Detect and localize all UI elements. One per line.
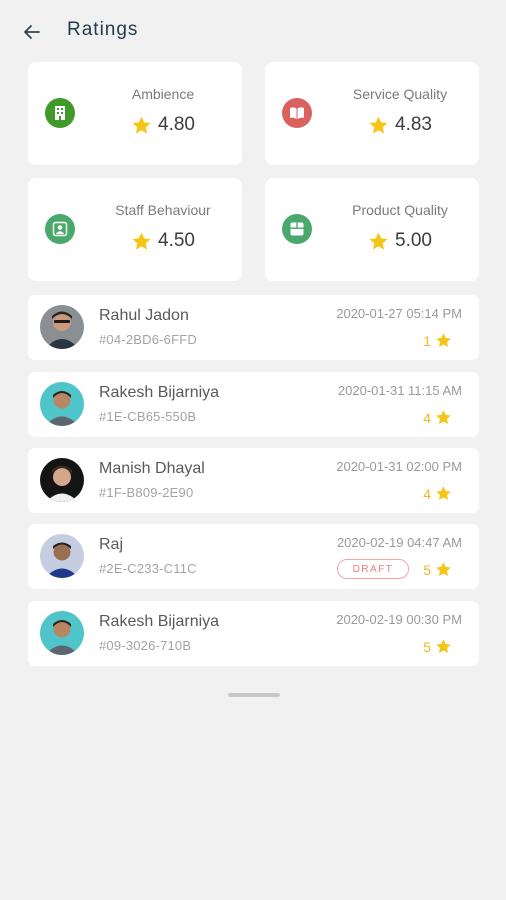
category-score-value: 5.00 <box>395 230 432 251</box>
category-name: Staff Behaviour <box>115 202 211 218</box>
star-icon <box>369 116 388 134</box>
rater-name: Rahul Jadon <box>99 307 189 324</box>
drag-handle[interactable] <box>228 693 280 697</box>
app-bar: Ratings <box>0 0 506 62</box>
rating-row[interactable]: Rakesh Bijarniya #09-3026-710B 2020-02-1… <box>28 601 479 666</box>
star-count: 5 <box>423 561 431 578</box>
box-icon <box>282 214 312 244</box>
star-icon <box>436 562 451 577</box>
star-count: 1 <box>423 332 431 349</box>
star-count: 5 <box>423 638 431 655</box>
rating-row[interactable]: Rahul Jadon #04-2BD6-6FFD 2020-01-27 05:… <box>28 295 479 360</box>
rating-code: #09-3026-710B <box>99 638 192 653</box>
avatar <box>40 611 84 655</box>
rating-code: #1E-CB65-550B <box>99 409 197 424</box>
category-card-service-quality[interactable]: Service Quality 4.83 <box>265 62 479 165</box>
star-icon <box>436 486 451 501</box>
category-score-value: 4.83 <box>395 114 432 135</box>
rating-timestamp: 2020-02-19 00:30 PM <box>336 612 462 627</box>
rating-stars: 5 <box>423 638 452 655</box>
rating-stars: 1 <box>423 332 452 349</box>
category-score-value: 4.50 <box>158 230 195 251</box>
star-icon <box>436 410 451 425</box>
category-score: 4.50 <box>84 230 242 252</box>
category-score: 4.83 <box>321 114 479 136</box>
page-title: Ratings <box>67 19 139 40</box>
star-icon <box>369 232 388 250</box>
arrow-left-icon <box>24 25 40 39</box>
rater-name: Raj <box>99 536 124 553</box>
building-icon <box>45 98 75 128</box>
ratings-screen: Ratings Ambience 4.80 Service Quality 4.… <box>0 0 506 900</box>
rating-row[interactable]: Rakesh Bijarniya #1E-CB65-550B 2020-01-3… <box>28 372 479 437</box>
category-name: Service Quality <box>352 86 448 102</box>
rating-code: #2E-C233-C11C <box>99 561 197 576</box>
rater-name: Rakesh Bijarniya <box>99 613 220 630</box>
rating-row[interactable]: Raj #2E-C233-C11C 2020-02-19 04:47 AM DR… <box>28 524 479 589</box>
rating-timestamp: 2020-01-31 11:15 AM <box>337 383 462 398</box>
category-card-ambience[interactable]: Ambience 4.80 <box>28 62 242 165</box>
rating-timestamp: 2020-02-19 04:47 AM <box>336 535 462 550</box>
user-badge-icon <box>45 214 75 244</box>
avatar <box>40 305 84 349</box>
rating-stars: 4 <box>423 485 452 502</box>
category-card-staff-behaviour[interactable]: Staff Behaviour 4.50 <box>28 178 242 281</box>
rating-code: #1F-B809-2E90 <box>99 485 194 500</box>
star-count: 4 <box>423 409 431 426</box>
rating-stars: 5 <box>423 561 452 578</box>
avatar <box>40 534 84 578</box>
back-button[interactable] <box>18 18 46 46</box>
star-icon <box>132 116 151 134</box>
rating-code: #04-2BD6-6FFD <box>99 332 197 347</box>
category-card-product-quality[interactable]: Product Quality 5.00 <box>265 178 479 281</box>
star-icon <box>132 232 151 250</box>
book-icon <box>282 98 312 128</box>
star-icon <box>436 639 451 654</box>
rating-row[interactable]: Manish Dhayal #1F-B809-2E90 2020-01-31 0… <box>28 448 479 513</box>
category-name: Ambience <box>131 86 195 102</box>
star-count: 4 <box>423 485 431 502</box>
avatar <box>40 382 84 426</box>
rater-name: Rakesh Bijarniya <box>99 384 220 401</box>
category-score: 4.80 <box>84 114 242 136</box>
star-icon <box>436 333 451 348</box>
avatar <box>40 458 84 502</box>
rating-timestamp: 2020-01-31 02:00 PM <box>336 459 462 474</box>
category-score: 5.00 <box>321 230 479 252</box>
rating-stars: 4 <box>423 409 452 426</box>
category-score-value: 4.80 <box>158 114 195 135</box>
category-name: Product Quality <box>352 202 448 218</box>
rater-name: Manish Dhayal <box>99 460 205 477</box>
rating-timestamp: 2020-01-27 05:14 PM <box>336 306 462 321</box>
draft-badge: DRAFT <box>337 559 409 579</box>
